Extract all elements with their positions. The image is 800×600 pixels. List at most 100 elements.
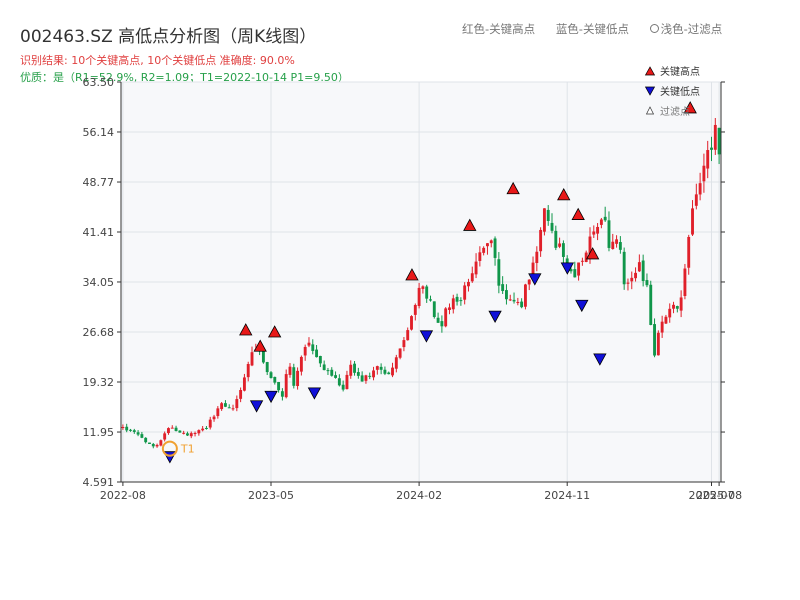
x-tick-label: 2025-08: [696, 489, 742, 502]
candle-body: [497, 259, 501, 286]
candle-body: [482, 247, 486, 253]
candle-body: [451, 298, 455, 310]
candle-body: [220, 403, 224, 410]
candle-body: [618, 242, 622, 250]
legend-high-label: 关键高点: [660, 65, 700, 78]
candle-body: [231, 408, 235, 410]
candle-body: [710, 147, 713, 150]
candle-body: [679, 297, 683, 311]
candle-body: [421, 286, 425, 289]
candle-body: [178, 430, 182, 433]
candle-body: [227, 407, 231, 409]
candle-body: [311, 344, 315, 351]
candle-body: [205, 427, 208, 429]
candle-body: [125, 426, 129, 431]
candle-body: [501, 284, 505, 291]
candle-body: [163, 433, 167, 440]
candle-body: [151, 443, 155, 447]
candle-body: [326, 370, 330, 372]
candle-body: [683, 268, 687, 296]
candle-body: [296, 370, 300, 387]
candle-body: [242, 377, 246, 391]
candle-body: [273, 376, 277, 383]
candle-body: [239, 390, 243, 399]
candle-body: [505, 290, 508, 300]
candle-body: [159, 440, 163, 446]
y-tick-label: 34.05: [83, 276, 115, 289]
candle-body: [444, 308, 448, 327]
candle-body: [383, 369, 387, 374]
candle-body: [554, 230, 558, 248]
candle-body: [235, 399, 239, 409]
candle-body: [508, 299, 512, 301]
candle-body: [337, 378, 341, 386]
candle-body: [470, 273, 474, 282]
candle-body: [356, 372, 360, 376]
candle-body: [280, 391, 284, 397]
candle-body: [649, 284, 653, 325]
y-tick-label: 19.32: [83, 376, 115, 389]
candle-body: [410, 316, 413, 330]
candle-body: [493, 238, 497, 258]
candle-body: [535, 251, 539, 264]
candle-body: [174, 427, 178, 431]
candle-body: [664, 316, 668, 324]
candle-body: [353, 363, 356, 373]
candle-body: [155, 444, 159, 447]
candle-body: [656, 332, 660, 356]
candle-body: [520, 301, 524, 308]
legend-filtered-label: 过滤点: [660, 105, 690, 118]
candle-body: [345, 374, 349, 390]
candle-body: [653, 324, 656, 356]
candle-body: [299, 356, 303, 372]
candle-body: [429, 299, 432, 301]
candle-body: [603, 216, 607, 221]
candle-body: [292, 367, 296, 386]
candle-body: [463, 285, 467, 300]
candle-body: [478, 252, 482, 261]
candle-body: [512, 299, 516, 302]
candle-body: [698, 183, 702, 195]
candle-body: [288, 366, 292, 375]
candle-body: [668, 308, 672, 318]
candle-body: [474, 261, 478, 275]
candle-body: [706, 150, 710, 169]
y-tick-label: 26.68: [83, 326, 115, 339]
candle-body: [561, 243, 565, 257]
candle-body: [322, 364, 326, 371]
y-tick-label: 56.14: [83, 126, 115, 139]
candle-body: [573, 269, 577, 278]
candle-body: [197, 430, 201, 434]
y-tick-label: 63.50: [83, 76, 115, 89]
candle-body: [394, 357, 398, 369]
candle-body: [269, 372, 273, 378]
candle-body: [599, 219, 603, 225]
candle-body: [375, 366, 379, 370]
candle-body: [523, 284, 527, 307]
candle-body: [516, 301, 520, 303]
y-tick-label: 41.41: [83, 226, 115, 239]
candle-body: [580, 260, 584, 262]
candle-body: [694, 194, 698, 206]
candle-body: [140, 434, 144, 438]
candle-body: [702, 165, 706, 182]
candle-body: [660, 321, 664, 333]
candle-body: [186, 433, 189, 436]
candle-body: [634, 272, 637, 279]
candle-body: [440, 321, 444, 327]
candle-body: [265, 362, 269, 373]
candle-body: [212, 416, 216, 420]
candle-body: [615, 239, 619, 244]
candle-body: [170, 427, 174, 429]
x-tick-label: 2024-11: [544, 489, 590, 502]
candle-body: [136, 432, 140, 435]
x-tick-label: 2024-02: [396, 489, 442, 502]
candle-body: [596, 226, 600, 234]
legend-high-marker: [644, 66, 656, 76]
candle-body: [459, 300, 463, 302]
candle-body: [713, 124, 717, 150]
candle-body: [592, 231, 596, 235]
candle-body: [121, 427, 125, 429]
candle-body: [387, 372, 391, 375]
candle-body: [330, 369, 334, 376]
